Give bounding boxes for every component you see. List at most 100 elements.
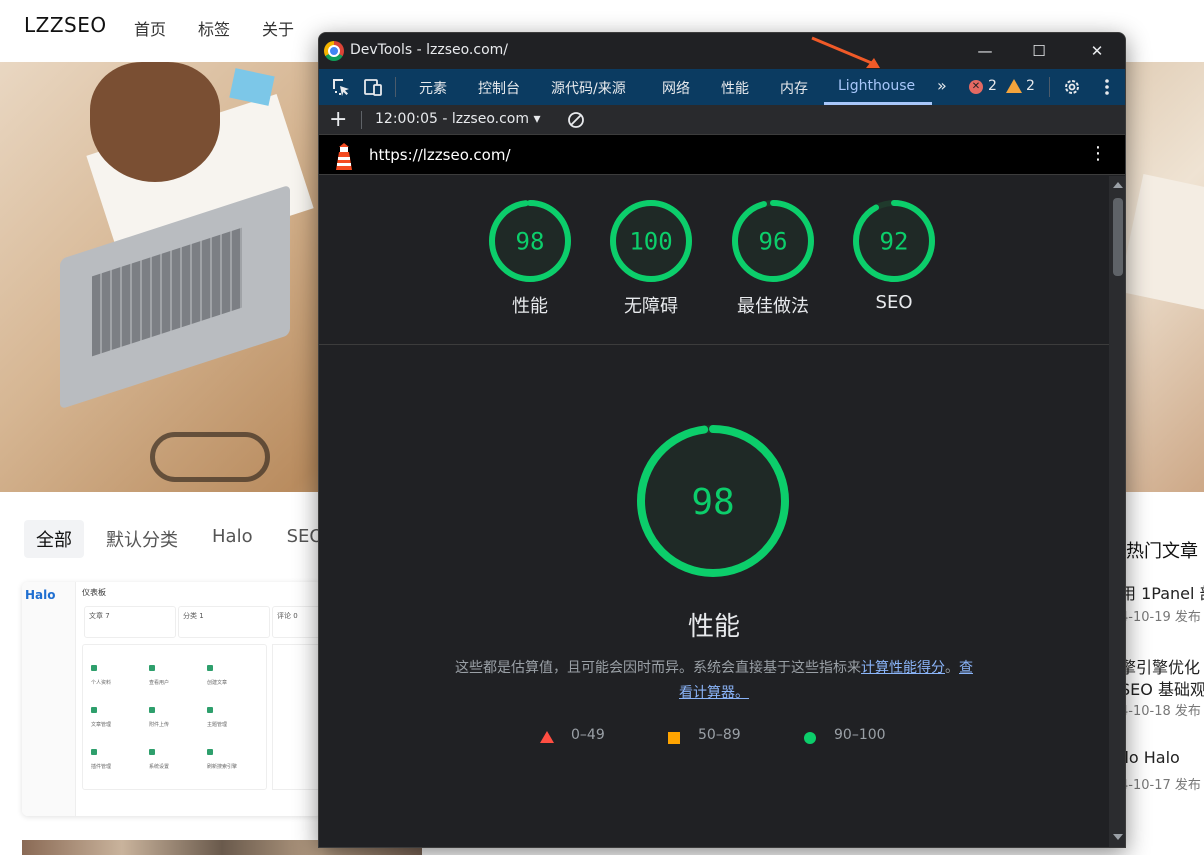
devtools-window: DevTools - lzzseo.com/ — ☐ ✕ 元素 控制台 源代码/…: [318, 32, 1126, 848]
tab-lighthouse[interactable]: Lighthouse: [838, 78, 915, 94]
scroll-up-icon[interactable]: [1113, 182, 1123, 188]
hot-posts-title: 热门文章: [1126, 541, 1198, 562]
window-title: DevTools - lzzseo.com/: [350, 42, 508, 58]
tab-network[interactable]: 网络: [662, 78, 690, 98]
clear-reports-icon[interactable]: [567, 111, 585, 129]
warning-icon[interactable]: [1006, 79, 1022, 93]
inspect-element-icon[interactable]: [331, 77, 351, 97]
card-panel-side: [272, 644, 322, 790]
report-url-bar: https://lzzseo.com/ ⋮: [319, 135, 1125, 175]
category-tabs: 全部 默认分类 Halo SEO: [24, 520, 346, 558]
card-sidebar: [22, 582, 76, 816]
card-tile: 个人资料: [91, 665, 143, 695]
card-tile: 系统设置: [149, 749, 201, 779]
performance-gauge: 98: [637, 425, 789, 581]
chrome-icon: [324, 41, 344, 61]
summary-gauge[interactable]: 96 最佳做法: [732, 200, 814, 318]
nav-home[interactable]: 首页: [134, 16, 166, 40]
score-gauge-ring: 98: [637, 425, 789, 577]
hot-post-title[interactable]: SEO 基础观: [1120, 676, 1204, 700]
category-all[interactable]: 全部: [24, 520, 84, 558]
card-tile: 查看用户: [149, 665, 201, 695]
lighthouse-report-bar: + 12:00:05 - lzzseo.com ▾: [319, 105, 1125, 135]
nav-about[interactable]: 关于: [262, 16, 294, 40]
summary-gauge-label: 最佳做法: [737, 296, 809, 317]
close-button[interactable]: ✕: [1075, 37, 1119, 65]
summary-gauge[interactable]: 98 性能: [489, 200, 571, 318]
card-tile: 插件管理: [91, 749, 143, 779]
divider: [319, 344, 1109, 345]
score-gauge-ring: 100: [610, 200, 692, 282]
category-default[interactable]: 默认分类: [94, 520, 190, 558]
report-selector[interactable]: 12:00:05 - lzzseo.com ▾: [375, 111, 540, 127]
summary-gauge-label: 性能: [512, 296, 548, 317]
summary-gauge-label: 无障碍: [624, 296, 678, 317]
score-gauge-ring: 92: [853, 200, 935, 282]
scroll-down-icon[interactable]: [1113, 834, 1123, 840]
card-panel: 个人资料 查看用户 创建文章 文章管理 附件上传 主题管理 插件管理 系统设置 …: [82, 644, 267, 790]
post-card[interactable]: Halo 仪表板 文章 7 分类 1 评论 0 个人资料 查看用户 创建文章 文…: [22, 582, 322, 816]
report-url[interactable]: https://lzzseo.com/: [369, 146, 511, 164]
summary-gauge[interactable]: 92 SEO: [853, 200, 935, 313]
tab-console[interactable]: 控制台: [478, 78, 520, 98]
card-stat: 文章 7: [84, 606, 176, 638]
score-gauge-ring: 98: [489, 200, 571, 282]
legend-fail-icon: [540, 731, 554, 743]
more-tabs-icon[interactable]: »: [937, 76, 947, 95]
score-gauge-ring: 96: [732, 200, 814, 282]
legend-pass-range: 90–100: [834, 727, 886, 743]
card-tile: 刷新搜索引擎: [207, 749, 259, 779]
hot-post-title[interactable]: 擎引擎优化 (: [1120, 654, 1204, 678]
score-value: 98: [691, 482, 734, 523]
score-value: 98: [516, 228, 545, 256]
devtools-toolbar: 元素 控制台 源代码/来源 网络 性能 内存 Lighthouse » ✕ 2 …: [319, 69, 1125, 105]
card-tile: 创建文章: [207, 665, 259, 695]
score-value: 96: [759, 228, 788, 256]
device-toolbar-icon[interactable]: [363, 77, 383, 97]
card-halo-logo: Halo: [25, 588, 56, 602]
tab-sources[interactable]: 源代码/来源: [551, 78, 626, 98]
performance-title: 性能: [687, 612, 740, 642]
new-report-button[interactable]: +: [329, 107, 347, 132]
tab-performance[interactable]: 性能: [721, 78, 749, 98]
report-scrollbar[interactable]: [1109, 176, 1125, 847]
lighthouse-logo-icon: [336, 143, 352, 170]
performance-description: 这些都是估算值，且可能会因时而异。系统会直接基于这些指标来计算性能得分。查看计算…: [449, 656, 979, 706]
description-sep: 。: [945, 660, 959, 676]
error-count[interactable]: 2: [988, 78, 997, 94]
summary-gauge[interactable]: 100 无障碍: [610, 200, 692, 318]
card-title: 仪表板: [82, 588, 106, 597]
legend-pass-icon: [804, 732, 816, 744]
scroll-thumb[interactable]: [1113, 198, 1123, 276]
hot-post-date: 4-10-19 发布: [1120, 610, 1201, 625]
score-value: 92: [880, 228, 909, 256]
minimize-button[interactable]: —: [963, 37, 1007, 65]
description-text: 这些都是估算值，且可能会因时而异。系统会直接基于这些指标来: [455, 660, 861, 676]
maximize-button[interactable]: ☐: [1017, 37, 1061, 65]
calc-score-link[interactable]: 计算性能得分: [861, 660, 945, 676]
score-value: 100: [629, 228, 672, 256]
card-stat: 评论 0: [272, 606, 322, 638]
site-logo[interactable]: LZZSEO: [24, 13, 107, 37]
hot-post-date: 4-10-18 发布: [1120, 704, 1201, 719]
nav-tags[interactable]: 标签: [198, 16, 230, 40]
error-icon[interactable]: ✕: [969, 80, 983, 94]
hot-post-title[interactable]: 用 1Panel 部: [1120, 580, 1204, 604]
category-halo[interactable]: Halo: [200, 520, 265, 558]
summary-gauge-label: SEO: [875, 292, 913, 313]
card-stat: 分类 1: [178, 606, 270, 638]
legend-fail-range: 0–49: [571, 727, 605, 743]
card-tile: 文章管理: [91, 707, 143, 737]
annotation-arrow-icon: [811, 36, 880, 68]
card-tile: 附件上传: [149, 707, 201, 737]
tab-elements[interactable]: 元素: [419, 78, 447, 98]
lighthouse-report: 98 性能 100 无障碍 96 最佳做法 92 SEO 98 性能 这些都是估算值，且可能会…: [319, 176, 1109, 847]
hot-post-title[interactable]: llo Halo: [1120, 748, 1180, 767]
title-bar: DevTools - lzzseo.com/ — ☐ ✕: [319, 33, 1125, 69]
warning-count[interactable]: 2: [1026, 78, 1035, 94]
customize-menu-icon[interactable]: [1097, 77, 1117, 97]
tab-memory[interactable]: 内存: [780, 78, 808, 98]
desktop: LZZSEO 首页 标签 关于 全部 默认分类 Halo SEO Halo 仪表…: [0, 0, 1204, 855]
settings-gear-icon[interactable]: [1062, 77, 1082, 97]
report-menu-icon[interactable]: ⋮: [1089, 143, 1107, 164]
